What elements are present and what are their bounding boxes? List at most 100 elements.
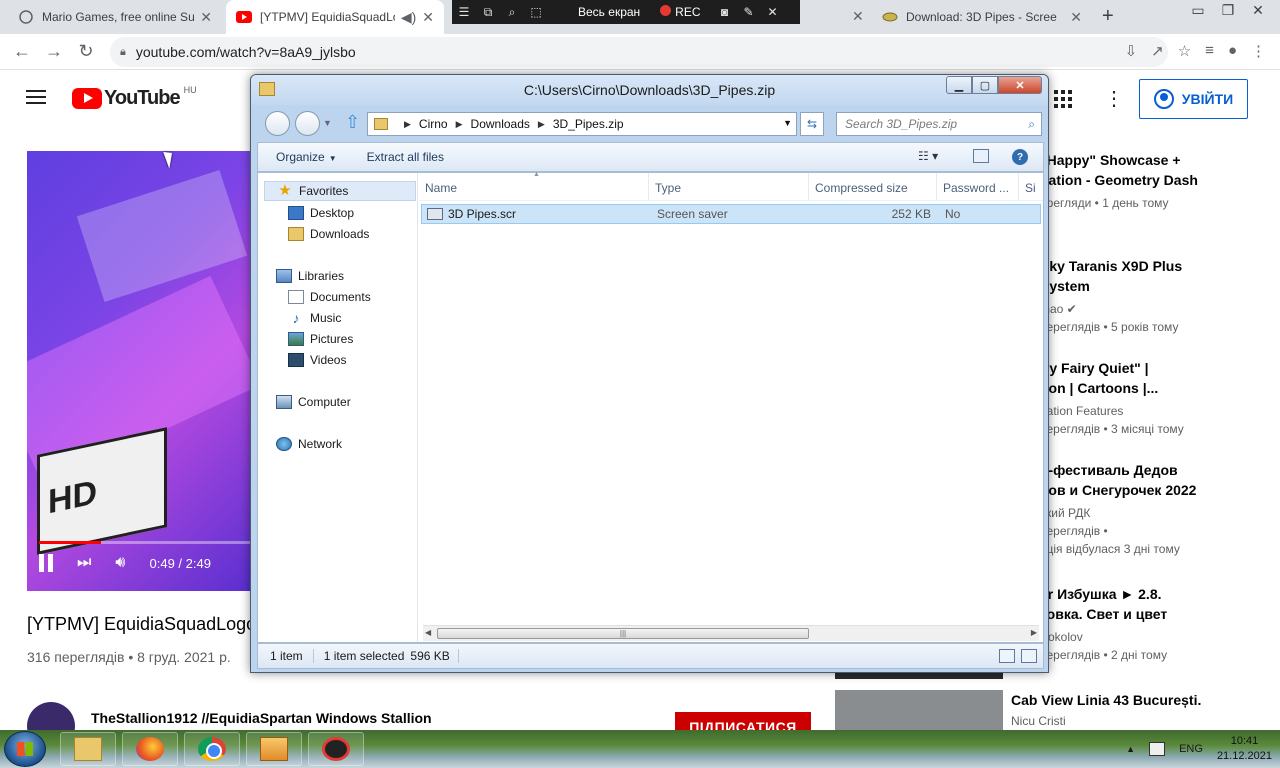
breadcrumb-separator-icon[interactable]: ▶ (456, 119, 463, 130)
close-button[interactable]: ✕ (998, 76, 1042, 94)
close-tab-icon[interactable]: ✕ (1070, 9, 1082, 26)
nav-libraries[interactable]: Libraries (276, 266, 344, 286)
bookmark-star-icon[interactable]: ☆ (1178, 42, 1191, 60)
history-dropdown-icon[interactable]: ▼ (323, 118, 332, 128)
column-header-compressed-size[interactable]: Compressed size (809, 173, 937, 200)
up-arrow-icon[interactable]: ⇧ (345, 112, 360, 133)
nav-computer[interactable]: Computer (276, 392, 351, 412)
breadcrumb-item[interactable]: Downloads (471, 117, 530, 131)
recommendation-item[interactable]: "Happy" Showcase + nation - Geometry Das… (1040, 150, 1270, 212)
column-header-password[interactable]: Password ... (937, 173, 1019, 200)
record-button[interactable]: REC (660, 5, 701, 19)
nav-downloads[interactable]: Downloads (288, 224, 369, 244)
extract-all-button[interactable]: Extract all files (367, 150, 444, 164)
column-header-size[interactable]: Si (1019, 173, 1043, 200)
scroll-right-icon[interactable]: ▶ (1031, 628, 1037, 637)
details-view-icon[interactable] (999, 649, 1015, 663)
scroll-left-icon[interactable]: ◀ (425, 628, 431, 637)
breadcrumb-separator-icon[interactable]: ▶ (404, 119, 411, 130)
file-row[interactable]: 3D Pipes.scr Screen saver 252 KB No (421, 204, 1041, 224)
search-input[interactable]: Search 3D_Pipes.zip ⌕ (836, 112, 1042, 136)
organize-button[interactable]: Organize ▼ (276, 150, 337, 164)
youtube-logo[interactable]: YouTube HU (72, 85, 197, 110)
hamburger-menu-icon[interactable] (26, 90, 46, 104)
nav-documents[interactable]: Documents (288, 287, 371, 307)
progress-bar[interactable] (39, 541, 252, 544)
rec-thumbnail[interactable] (835, 690, 1003, 730)
zoom-icon[interactable]: ⌕ (500, 5, 524, 20)
browser-menu-icon[interactable]: ⋮ (1251, 42, 1266, 60)
sign-in-button[interactable]: УВІЙТИ (1139, 79, 1248, 119)
taskbar-recorder[interactable] (308, 732, 364, 766)
apps-grid-icon[interactable] (1054, 90, 1072, 108)
search-icon[interactable]: ⌕ (1028, 117, 1035, 132)
profile-icon[interactable]: ● (1228, 42, 1237, 60)
taskbar-firefox[interactable] (122, 732, 178, 766)
language-indicator[interactable]: ENG (1179, 743, 1203, 755)
windows-icon[interactable]: ⧉ (476, 5, 500, 20)
close-tab-icon[interactable]: ✕ (422, 9, 434, 26)
fullscreen-label[interactable]: Весь екран (578, 5, 640, 19)
nav-videos[interactable]: Videos (288, 350, 346, 370)
close-tab-icon[interactable]: ✕ (852, 8, 864, 25)
minimize-icon[interactable]: ▭ (1188, 2, 1208, 19)
show-hidden-icons-icon[interactable]: ▲ (1126, 744, 1135, 754)
region-icon[interactable]: ⬚ (524, 5, 548, 19)
speaker-icon[interactable]: ◀) (401, 9, 416, 26)
recommendation-item[interactable]: Sky Taranis X9D Plus System mao ✔ перегл… (1040, 256, 1270, 336)
browser-tab-mario[interactable]: Mario Games, free online Su ✕ (8, 0, 222, 34)
volume-icon[interactable]: 🔊︎ (115, 554, 125, 572)
video-player[interactable]: HD ⏭︎ 🔊︎ 0:49 / 2:49 (27, 151, 252, 591)
browser-tab-download[interactable]: Download: 3D Pipes - Scree ✕ (872, 0, 1092, 34)
nav-favorites[interactable]: ★ Favorites (264, 181, 416, 201)
share-icon[interactable]: ↗ (1151, 42, 1164, 60)
clock[interactable]: 10:41 21.12.2021 (1217, 734, 1272, 764)
reload-icon[interactable]: ↻ (70, 41, 102, 62)
new-tab-icon[interactable]: + (1102, 5, 1114, 28)
help-icon[interactable]: ? (1012, 149, 1028, 165)
taskbar-chrome[interactable] (184, 732, 240, 766)
breadcrumb-item[interactable]: 3D_Pipes.zip (553, 117, 624, 131)
channel-name[interactable]: TheStallion1912 //EquidiaSpartan Windows… (91, 710, 432, 726)
menu-icon[interactable]: ☰ (452, 5, 476, 19)
network-status-icon[interactable] (1149, 742, 1166, 756)
refresh-icon[interactable]: ⇆ (800, 112, 824, 136)
chevron-down-icon[interactable]: ▼ (783, 118, 792, 128)
pen-icon[interactable]: ✎ (737, 5, 761, 19)
horizontal-scrollbar[interactable]: ◀ ||| ▶ (423, 625, 1039, 641)
scroll-thumb[interactable]: ||| (437, 628, 809, 639)
back-button[interactable] (265, 111, 290, 136)
breadcrumb-item[interactable]: Cirno (419, 117, 448, 131)
recommendation-item[interactable]: er Избушка ► 2.8. товка. Свет и цвет Sok… (1040, 584, 1270, 664)
back-icon[interactable]: ← (6, 41, 38, 62)
maximize-button[interactable]: ▢ (972, 76, 998, 94)
nav-music[interactable]: ♪ Music (288, 308, 342, 328)
close-window-icon[interactable]: ✕ (1248, 2, 1268, 19)
column-header-type[interactable]: Type (649, 173, 809, 200)
breadcrumb[interactable]: ▶ Cirno ▶ Downloads ▶ 3D_Pipes.zip ▼ (367, 112, 797, 136)
change-view-icon[interactable]: ☷ ▾ (918, 149, 938, 163)
preview-pane-icon[interactable] (973, 149, 989, 163)
camera-icon[interactable]: ◙ (713, 5, 737, 19)
restore-icon[interactable]: ❐ (1218, 2, 1238, 19)
forward-icon[interactable]: → (38, 41, 70, 62)
close-icon[interactable]: ✕ (761, 5, 785, 19)
pause-icon[interactable] (39, 554, 53, 572)
lock-icon[interactable]: 🔒︎ (120, 46, 126, 59)
nav-desktop[interactable]: Desktop (288, 203, 354, 223)
start-button[interactable] (4, 731, 46, 767)
reading-list-icon[interactable]: ≡ (1205, 42, 1214, 60)
breadcrumb-separator-icon[interactable]: ▶ (538, 119, 545, 130)
more-vert-icon[interactable]: ⋮ (1104, 86, 1124, 111)
install-icon[interactable]: ⇩ (1125, 42, 1138, 60)
taskbar-explorer[interactable] (60, 732, 116, 766)
explorer-titlebar[interactable]: C:\Users\Cirno\Downloads\3D_Pipes.zip ▁ … (251, 75, 1048, 105)
forward-button[interactable] (295, 111, 320, 136)
minimize-button[interactable]: ▁ (946, 76, 972, 94)
recommendation-item[interactable]: iry Fairy Quiet" | tion | Cartoons |... … (1040, 358, 1270, 438)
nav-network[interactable]: Network (276, 434, 342, 454)
close-tab-icon[interactable]: ✕ (200, 9, 212, 26)
tiles-view-icon[interactable] (1021, 649, 1037, 663)
next-icon[interactable]: ⏭︎ (77, 554, 91, 572)
nav-pictures[interactable]: Pictures (288, 329, 353, 349)
